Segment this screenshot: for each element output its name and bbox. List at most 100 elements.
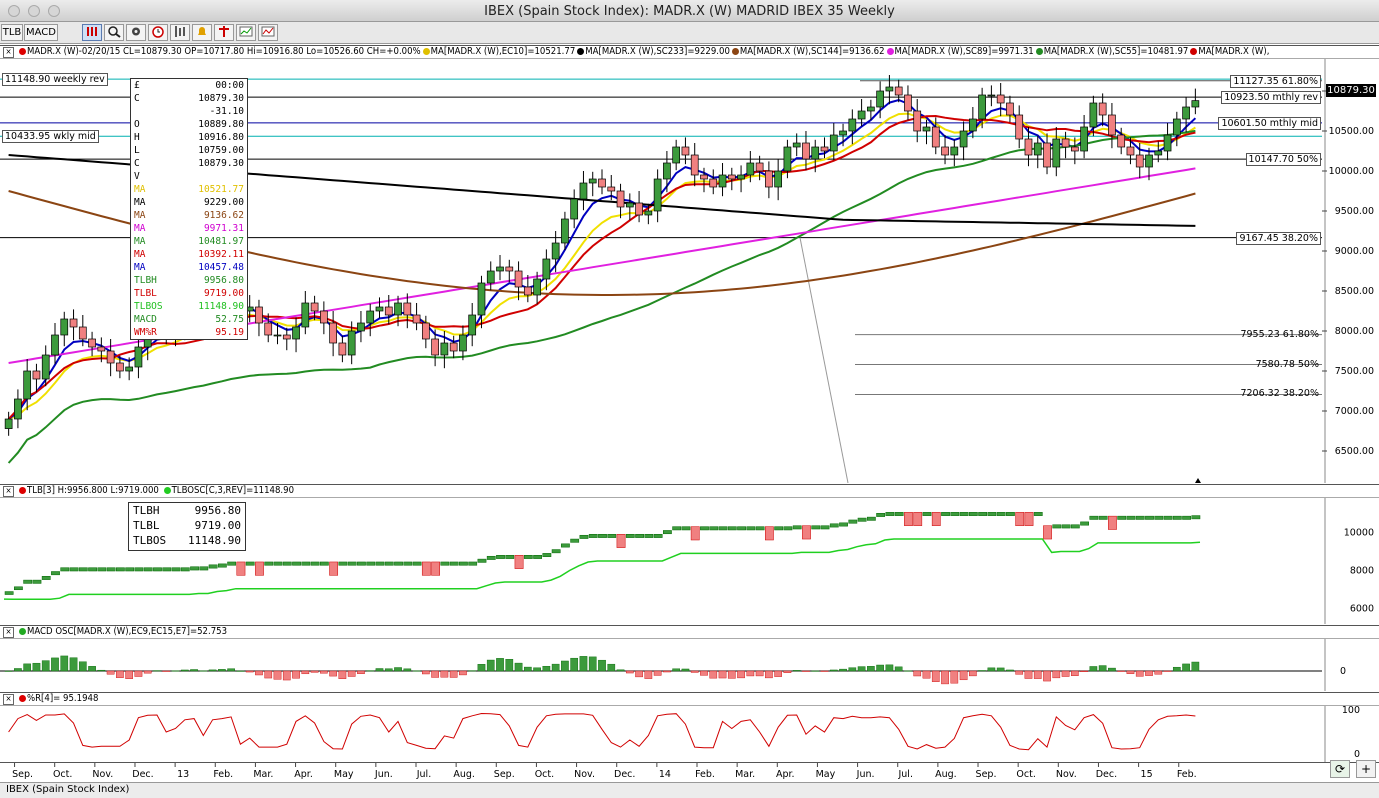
tlb-bar xyxy=(579,534,589,539)
macd-histogram-bar xyxy=(857,666,866,672)
tlb-bar xyxy=(301,561,311,566)
candle-body xyxy=(598,178,606,188)
macd-histogram-bar xyxy=(1117,670,1126,672)
macd-histogram-bar xyxy=(486,659,495,672)
candle-body xyxy=(746,162,755,176)
macd-histogram-bar xyxy=(792,670,801,672)
ma-legend-dot xyxy=(577,48,585,55)
macd-histogram-bar xyxy=(690,670,699,673)
x-tick-label: Nov. xyxy=(1056,769,1077,780)
candle-body xyxy=(616,190,625,208)
tlb-bar xyxy=(199,566,209,571)
pin-icon[interactable] xyxy=(214,24,234,41)
current-bar-marker xyxy=(1195,478,1201,483)
template-icon[interactable] xyxy=(258,24,278,41)
candle-body xyxy=(125,366,134,372)
ma-legend-dot xyxy=(1190,48,1198,55)
macd-histogram-bar xyxy=(1163,670,1172,672)
candle-body xyxy=(421,322,430,340)
x-axis: Sep. Oct. Nov. Dec. 13 Feb. Mar. Apr. May Jun. Jul… xyxy=(0,762,1379,782)
tlb-bar xyxy=(542,553,552,557)
macd-histogram-bar xyxy=(941,670,949,685)
x-tick-label: May xyxy=(334,769,354,780)
tlb-button[interactable]: TLB xyxy=(1,24,23,41)
x-tick-label: 14 xyxy=(659,769,671,780)
chart-type-icon[interactable] xyxy=(236,24,256,41)
alarm-clock-icon[interactable] xyxy=(148,24,168,41)
close-panel-icon[interactable]: × xyxy=(3,627,14,638)
candle-body xyxy=(366,310,375,324)
tlb-bar xyxy=(829,523,839,528)
macd-histogram-bar xyxy=(282,670,291,681)
tlb-bar xyxy=(727,526,737,531)
candle-body xyxy=(811,146,820,160)
tlb-bar xyxy=(774,526,784,531)
candle-body xyxy=(867,106,875,112)
macd-histogram-bar xyxy=(996,667,1005,672)
macd-histogram-bar xyxy=(1006,669,1014,672)
tlb-bar xyxy=(635,534,644,538)
tlb-bar xyxy=(23,579,33,584)
data-window-key: MA xyxy=(134,197,146,208)
macd-histogram-bar xyxy=(394,667,402,672)
macd-histogram-bar xyxy=(913,670,922,677)
candle-body xyxy=(996,94,1005,104)
candle-body xyxy=(533,278,541,296)
candle-body xyxy=(765,170,773,188)
wr-chart[interactable]: 100 0 xyxy=(0,705,1379,762)
data-window-value: 95.19 xyxy=(215,327,244,338)
macd-histogram-bar xyxy=(774,670,782,677)
data-window-key: MA xyxy=(134,249,146,260)
data-window-value: 10879.30 xyxy=(198,93,244,104)
cursor-crosshair-icon[interactable] xyxy=(82,24,102,41)
refresh-icon[interactable]: ⟳ xyxy=(1330,760,1350,778)
tlb-bar xyxy=(78,567,88,572)
candle-body xyxy=(561,218,569,244)
macd-histogram-bar xyxy=(292,670,300,679)
macd-histogram-bar xyxy=(718,670,727,679)
tlb-bar xyxy=(533,555,542,559)
candle-body xyxy=(116,362,124,372)
tlb-bar xyxy=(1070,524,1080,529)
y-tick-label: 7500.00 xyxy=(1335,366,1374,377)
candle-body xyxy=(802,142,810,160)
data-window-row: H 10916.80 xyxy=(131,131,247,144)
level-label: 10923.50 mthly rev xyxy=(1221,91,1321,105)
close-panel-icon[interactable]: × xyxy=(3,47,14,58)
candle-body xyxy=(987,94,996,97)
macd-pane[interactable]: 0 xyxy=(0,639,1379,691)
macd-histogram-bar xyxy=(134,670,143,677)
candle-body xyxy=(320,310,328,324)
candle-body xyxy=(468,314,477,336)
bar-style-icon[interactable] xyxy=(170,24,190,41)
data-window-value: 10889.80 xyxy=(198,119,244,130)
macd-histogram-bar xyxy=(1043,670,1051,682)
tlb-bar xyxy=(839,522,848,527)
level-label: 10601.50 mthly mid xyxy=(1218,116,1321,130)
tlb-data-box: TLBH 9956.80 TLBL 9719.00 TLBOS 11148.90 xyxy=(128,502,246,551)
candle-body xyxy=(1052,138,1061,168)
macd-histogram-bar xyxy=(635,670,643,678)
wr-pane[interactable]: 100 0 xyxy=(0,705,1379,762)
tlbosc-color-dot xyxy=(163,487,171,494)
tlb-bar xyxy=(171,567,181,572)
candle-body xyxy=(412,314,421,324)
macd-histogram-bar xyxy=(811,670,820,672)
data-window-key: MACD xyxy=(134,314,157,325)
close-panel-icon[interactable]: × xyxy=(3,694,14,705)
alert-bell-icon[interactable] xyxy=(192,24,212,41)
tlb-bar xyxy=(273,561,283,566)
tlb-bar xyxy=(681,526,691,531)
macd-histogram-bar xyxy=(839,668,847,672)
add-pane-icon[interactable]: + xyxy=(1356,760,1376,778)
tlbosc-header: TLBOSC[C,3,REV]=11148.90 xyxy=(171,485,295,496)
zoom-icon[interactable] xyxy=(104,24,124,41)
settings-gear-icon[interactable] xyxy=(126,24,146,41)
tlb-bar xyxy=(1145,515,1154,520)
close-panel-icon[interactable]: × xyxy=(3,486,14,497)
candle-body xyxy=(904,94,912,112)
macd-button[interactable]: MACD xyxy=(24,24,58,41)
macd-chart[interactable]: 0 xyxy=(0,639,1379,691)
data-window-row: C 10879.30 xyxy=(131,157,247,170)
tlb-bar xyxy=(978,512,988,516)
